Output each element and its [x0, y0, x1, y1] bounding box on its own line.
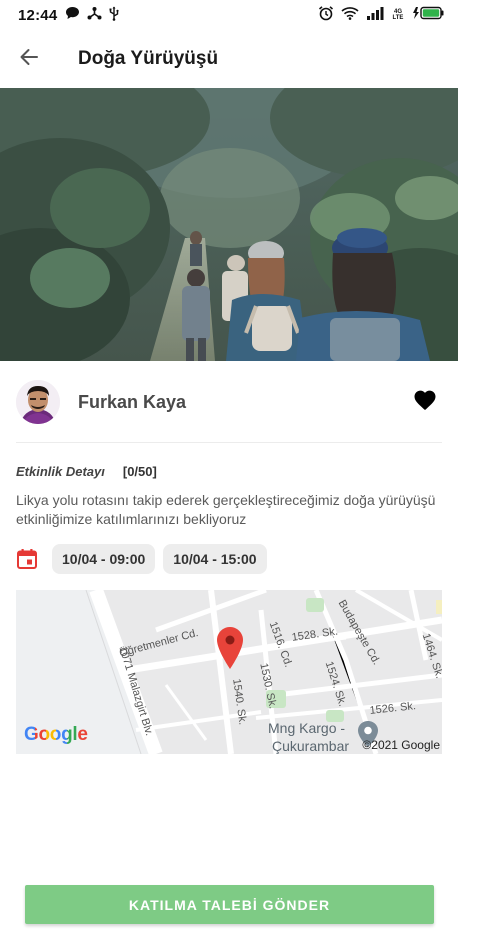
event-details-header: Etkinlik Detayı [0/50] [16, 464, 157, 479]
page-title: Doğa Yürüyüşü [78, 48, 219, 69]
favorite-button[interactable] [408, 385, 442, 419]
google-logo: Google [24, 724, 88, 745]
participant-count: [0/50] [122, 464, 157, 479]
chat-bubble-icon [65, 6, 80, 24]
map-place-label: Mng Kargo - [268, 720, 346, 736]
app-bar: Doğa Yürüyüşü [0, 30, 458, 88]
wifi-icon [341, 6, 359, 24]
usb-icon [109, 6, 119, 25]
back-button[interactable] [0, 30, 58, 88]
organizer-name[interactable]: Furkan Kaya [78, 392, 186, 413]
join-request-button[interactable]: KATILMA TALEBİ GÖNDER [25, 885, 434, 924]
heart-icon [413, 389, 437, 416]
end-date-chip: 10/04 - 15:00 [163, 544, 267, 574]
network-type-label: 4G LTE [392, 9, 404, 21]
usb-hub-icon [87, 6, 102, 24]
alarm-clock-icon [318, 5, 334, 25]
status-left-icons [65, 6, 119, 25]
back-arrow-icon [19, 47, 39, 72]
divider [16, 442, 442, 443]
event-location-map[interactable]: Öğretmenler Cd. 1516. Cd. 1528. Sk. Buda… [16, 590, 442, 754]
map-place-label: Çukurambar [272, 738, 350, 754]
event-cover-image [0, 88, 458, 361]
map-copyright: ©2021 Google [362, 738, 440, 752]
map-pin-icon [216, 626, 244, 670]
calendar-icon [16, 544, 40, 574]
details-label: Etkinlik Detayı [16, 464, 105, 479]
start-date-chip: 10/04 - 09:00 [52, 544, 156, 574]
status-bar: 12:44 4G LTE [0, 0, 458, 30]
event-description: Likya yolu rotasını takip ederek gerçekl… [16, 492, 436, 527]
status-right-icons: 4G LTE [318, 5, 444, 25]
battery-charging-icon [412, 6, 444, 24]
status-time: 12:44 [18, 6, 58, 24]
event-dates: 10/04 - 09:00 10/04 - 15:00 [16, 544, 267, 574]
app-screen: 12:44 4G LTE Doğa Yürüyüşü Furkan Kaya E… [0, 0, 458, 945]
organizer-row: Furkan Kaya [16, 378, 442, 426]
signal-icon [366, 6, 384, 24]
avatar[interactable] [16, 380, 60, 424]
